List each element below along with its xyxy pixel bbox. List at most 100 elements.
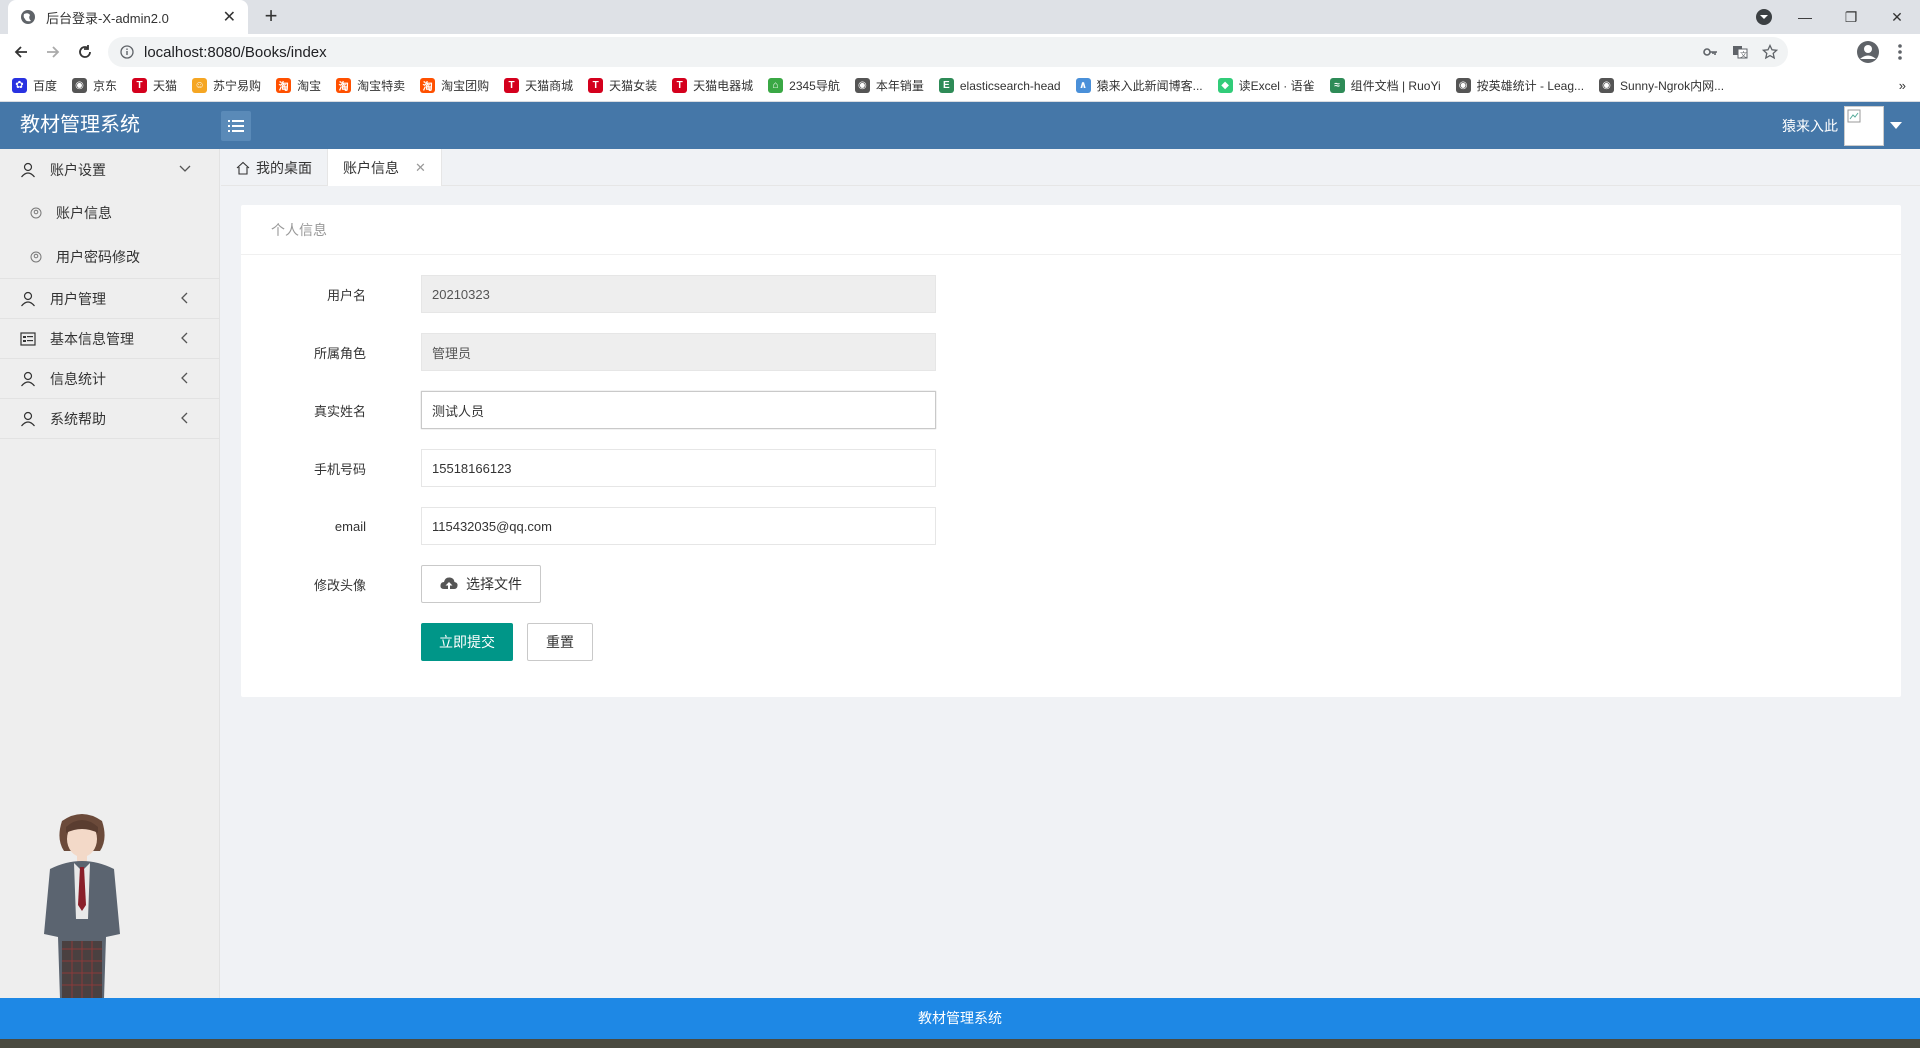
bookmark-favicon-icon: ✿ [12,78,27,93]
user-area: 猿来入此 [1782,102,1920,149]
svg-text:文: 文 [1740,50,1747,59]
chevron-left-icon [181,372,188,384]
new-tab-button[interactable]: + [258,4,284,30]
sidebar-group-statistics[interactable]: 信息统计 [0,359,219,399]
user-name[interactable]: 猿来入此 [1782,116,1838,136]
bookmark-item[interactable]: ⌂ 2345导航 [768,77,840,94]
sidebar-group-user-management[interactable]: 用户管理 [0,279,219,319]
user-circle-icon [30,207,42,219]
back-button[interactable] [5,36,37,68]
bookmark-favicon-icon: 淘 [420,78,436,93]
user-menu-caret-icon[interactable] [1890,122,1902,129]
star-icon[interactable] [1762,44,1778,60]
sidebar-group-help[interactable]: 系统帮助 [0,399,219,439]
bookmark-item[interactable]: Eelasticsearch-head [938,78,1061,93]
tab-search-icon[interactable] [1754,7,1774,27]
restore-icon[interactable]: ❐ [1828,0,1874,34]
bookmark-item[interactable]: ✿ 百度 [12,77,57,94]
sidebar-item-password-change[interactable]: 用户密码修改 [0,235,219,279]
bookmark-item[interactable]: T 天猫电器城 [672,77,753,94]
app-logo[interactable]: 教材管理系统 [20,102,140,149]
reload-button[interactable] [69,36,101,68]
key-icon[interactable] [1702,44,1718,60]
bookmark-item[interactable]: ◉ 本年销量 [854,77,924,94]
browser-tab-title: 后台登录-X-admin2.0 [46,10,169,26]
bookmark-favicon-icon: ◆ [1217,78,1233,93]
sidebar-group-account-settings[interactable]: 账户设置 [0,149,219,191]
bookmark-item[interactable]: T 天猫 [132,77,177,94]
sidebar-item-label: 用户密码修改 [56,248,140,265]
bookmark-favicon-icon: ∧ [1075,78,1091,93]
username-field [421,275,936,313]
bookmark-item[interactable]: ◉ Sunny-Ngrok内网... [1599,77,1724,94]
sidebar-group-label: 账户设置 [50,162,106,178]
bookmark-label: Sunny-Ngrok内网... [1620,79,1725,93]
bookmark-favicon-icon: ◉ [1455,78,1471,93]
bookmark-favicon-icon: T [588,78,604,93]
menu-toggle-button[interactable] [221,111,251,141]
bookmark-favicon-icon: ◉ [854,78,870,93]
bookmark-item[interactable]: ◉ 京东 [72,77,117,94]
form-row-email: email [241,507,1241,545]
omnibox-actions: 文 [1702,37,1778,67]
bookmark-favicon-icon: T [672,78,688,93]
bookmark-favicon-icon: T [504,78,520,93]
bookmark-label: 苏宁易购 [213,79,262,93]
bookmark-label: 天猫女装 [609,79,658,93]
tab-account-info[interactable]: 账户信息 ✕ [327,149,442,186]
browser-tab[interactable]: 后台登录-X-admin2.0 ✕ [8,0,248,34]
bookmark-label: 天猫 [153,79,178,93]
avatar[interactable] [1844,105,1884,146]
close-icon[interactable]: ✕ [415,160,426,176]
bookmark-item[interactable]: T 天猫女装 [588,77,657,94]
close-window-icon[interactable]: ✕ [1874,0,1920,34]
chevron-left-icon [181,412,188,424]
more-vert-icon[interactable] [1890,42,1910,62]
minimize-icon[interactable]: — [1782,0,1828,34]
footer: 教材管理系统 [0,998,1920,1039]
forward-button[interactable] [37,36,69,68]
phone-field[interactable] [421,449,936,487]
arrow-left-icon [14,46,27,58]
tab-label: 我的桌面 [256,159,312,176]
bookmarks-more-icon[interactable]: » [1899,78,1906,93]
avatar-label: 修改头像 [313,577,366,593]
close-tab-icon[interactable]: ✕ [223,7,236,27]
bookmark-item[interactable]: ◆ 读Excel · 语雀 [1217,77,1315,94]
reset-button[interactable]: 重置 [527,623,593,661]
sidebar-item-account-info[interactable]: 账户信息 [0,191,219,235]
bookmark-item[interactable]: 淘淘宝团购 [420,77,489,94]
bookmark-item[interactable]: T 天猫商城 [504,77,573,94]
bookmark-item[interactable]: 淘淘宝特卖 [336,77,405,94]
submit-button[interactable]: 立即提交 [421,623,513,661]
translate-icon[interactable]: 文 [1732,44,1748,60]
tab-my-desktop[interactable]: 我的桌面 [221,149,327,186]
bookmark-label: 淘宝 [297,79,322,93]
address-bar[interactable]: localhost:8080/Books/index 文 [108,37,1788,67]
bookmark-label: 读Excel · 语雀 [1238,79,1315,93]
chevron-down-icon [179,165,191,172]
user-icon [21,371,35,386]
real-name-label: 真实姓名 [313,403,366,419]
form-row-avatar: 修改头像 选择文件 [241,565,1241,603]
bookmark-label: 猿来入此新闻博客... [1096,79,1203,93]
bookmark-favicon-icon: E [938,78,954,93]
mascot-character-image[interactable] [40,809,125,999]
arrow-right-icon [47,46,60,58]
bookmark-item[interactable]: 淘淘宝 [276,77,321,94]
info-icon[interactable] [120,45,134,59]
profile-icon[interactable] [1856,40,1880,64]
sidebar-group-label: 用户管理 [50,290,106,307]
role-label: 所属角色 [313,345,366,361]
bookmark-item[interactable]: ∧ 猿来入此新闻博客... [1075,77,1203,94]
sidebar-group-basic-info[interactable]: 基本信息管理 [0,319,219,359]
email-field[interactable] [421,507,936,545]
window-controls: — ❐ ✕ [1782,0,1920,34]
real-name-field[interactable] [421,391,936,429]
bookmark-item[interactable]: ◉ 按英雄统计 - Leag... [1455,77,1584,94]
bookmark-item[interactable]: ≈ 组件文档 | RuoYi [1329,77,1441,94]
user-icon [21,411,35,426]
choose-file-button[interactable]: 选择文件 [421,565,541,603]
bookmark-item[interactable]: ☺ 苏宁易购 [192,77,261,94]
home-icon [236,161,250,175]
